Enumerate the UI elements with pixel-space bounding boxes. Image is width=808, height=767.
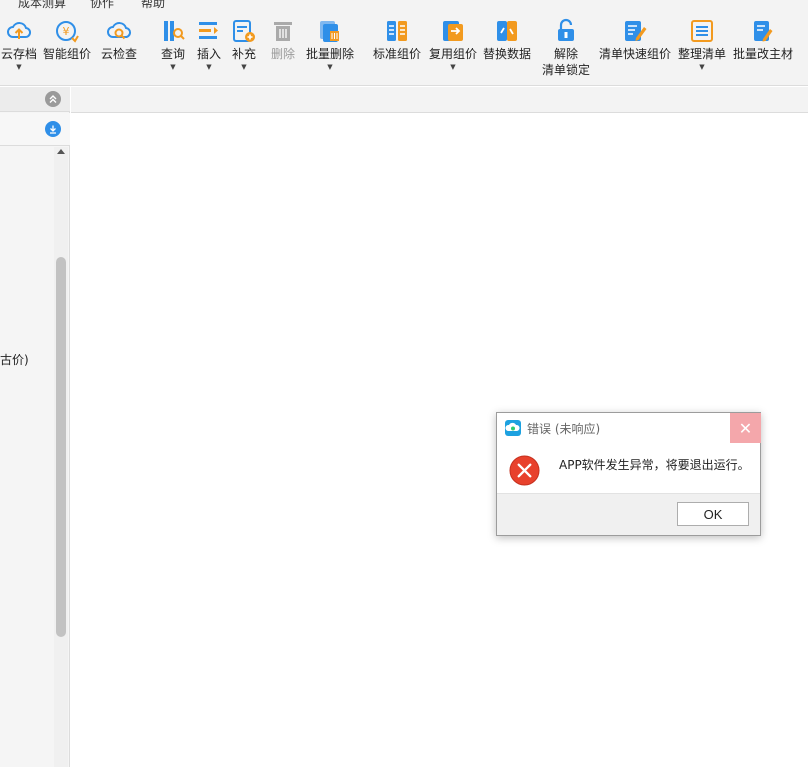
unlock-icon — [558, 18, 574, 41]
left-panel: 古价) — [0, 87, 70, 767]
insert-button[interactable]: 插入 ▼ — [193, 10, 225, 86]
left-panel-header — [0, 87, 70, 112]
smart-price-button[interactable]: ¥ 智能组价 — [42, 10, 92, 86]
trash-icon — [274, 22, 292, 41]
organize-list-label: 整理清单 — [677, 47, 726, 61]
batch-material-icon — [754, 21, 773, 42]
main-header-strip — [71, 87, 808, 113]
cloud-upload-icon — [7, 22, 32, 39]
query-button[interactable]: 查询 ▼ — [157, 10, 189, 86]
arrow-down-icon — [50, 125, 56, 134]
tree-item-label[interactable]: 古价) — [0, 351, 29, 368]
insert-label: 插入 — [196, 47, 221, 61]
batch-delete-label: 批量删除 — [305, 47, 354, 61]
menu-item-help[interactable]: 帮助 — [141, 0, 165, 10]
scrollbar-thumb[interactable] — [56, 257, 66, 637]
error-dialog: 错误 (未响应) ✕ APP软件发生异常，将要退出运行。 OK — [496, 412, 761, 536]
collapse-up-button[interactable] — [45, 91, 61, 107]
ok-button[interactable]: OK — [677, 502, 749, 526]
left-panel-subheader — [0, 113, 70, 146]
cloud-save-label: 云存档 — [0, 47, 37, 61]
dialog-footer: OK — [497, 493, 760, 535]
cloud-check-label: 云检查 — [100, 47, 137, 61]
dialog-title: 错误 (未响应) — [527, 422, 601, 436]
supplement-icon — [233, 20, 255, 42]
supplement-button[interactable]: 补充 ▼ — [228, 10, 260, 86]
chevron-down-icon: ▼ — [699, 63, 705, 71]
close-icon: ✕ — [738, 418, 753, 438]
double-chevron-up-icon — [49, 95, 57, 103]
quick-price-icon — [625, 21, 647, 41]
reuse-price-label: 复用组价 — [428, 47, 477, 61]
replace-data-button[interactable]: 替换数据 — [481, 10, 533, 86]
ribbon-toolbar: 云存档 ▼ ¥ 智能组价 云检查 查询 ▼ 插入 ▼ 补充 ▼ 删除 批量删除 … — [0, 10, 808, 86]
standard-price-button[interactable]: 标准组价 — [372, 10, 422, 86]
chevron-down-icon: ▼ — [450, 63, 456, 71]
batch-delete-icon — [320, 21, 339, 42]
reuse-price-button[interactable]: 复用组价 ▼ — [427, 10, 479, 86]
chevron-down-icon: ▼ — [206, 63, 212, 71]
chevron-down-icon: ▼ — [327, 63, 333, 71]
delete-button[interactable]: 删除 — [267, 10, 299, 86]
chevron-down-icon: ▼ — [16, 63, 22, 71]
unlock-label-2: 清单锁定 — [541, 63, 590, 77]
chevron-down-icon: ▼ — [170, 63, 176, 71]
smart-price-icon: ¥ — [56, 21, 79, 43]
query-label: 查询 — [160, 47, 185, 61]
replace-data-icon — [497, 21, 517, 41]
cloud-check-icon — [107, 22, 132, 40]
error-icon — [509, 455, 540, 486]
app-logo-icon — [505, 420, 521, 436]
dialog-titlebar[interactable]: 错误 (未响应) ✕ — [497, 413, 761, 443]
organize-list-button[interactable]: 整理清单 ▼ — [676, 10, 728, 86]
dialog-body: APP软件发生异常，将要退出运行。 — [497, 443, 760, 493]
vertical-scrollbar[interactable] — [54, 147, 68, 767]
dialog-close-button[interactable]: ✕ — [730, 413, 761, 443]
batch-material-label: 批量改主材 — [732, 47, 793, 61]
supplement-label: 补充 — [231, 47, 256, 61]
smart-price-label: 智能组价 — [42, 47, 91, 61]
quick-price-button[interactable]: 清单快速组价 — [598, 10, 672, 86]
standard-price-label: 标准组价 — [372, 47, 421, 61]
batch-material-button[interactable]: 批量改主材 — [731, 10, 795, 86]
unlock-list-button[interactable]: 解除 清单锁定 — [540, 10, 592, 86]
download-button[interactable] — [45, 121, 61, 137]
batch-delete-button[interactable]: 批量删除 ▼ — [304, 10, 356, 86]
standard-price-icon — [387, 21, 407, 41]
replace-data-label: 替换数据 — [482, 47, 531, 61]
cloud-check-button[interactable]: 云检查 — [99, 10, 139, 86]
dialog-message: APP软件发生异常，将要退出运行。 — [559, 458, 750, 472]
svg-text:¥: ¥ — [63, 25, 70, 38]
menu-item-collab[interactable]: 协作 — [90, 0, 114, 10]
scroll-up-arrow-icon[interactable] — [57, 149, 65, 154]
menu-bar: 成本测算 协作 帮助 — [0, 0, 808, 10]
organize-list-icon — [691, 20, 713, 42]
cloud-save-button[interactable]: 云存档 ▼ — [0, 10, 38, 86]
chevron-down-icon: ▼ — [241, 63, 247, 71]
unlock-label: 解除 — [553, 47, 578, 61]
insert-icon — [199, 22, 218, 39]
query-icon — [164, 21, 185, 41]
menu-item-cost[interactable]: 成本测算 — [18, 0, 66, 10]
reuse-price-icon — [443, 21, 463, 41]
delete-label: 删除 — [270, 47, 295, 61]
quick-price-label: 清单快速组价 — [598, 47, 671, 61]
